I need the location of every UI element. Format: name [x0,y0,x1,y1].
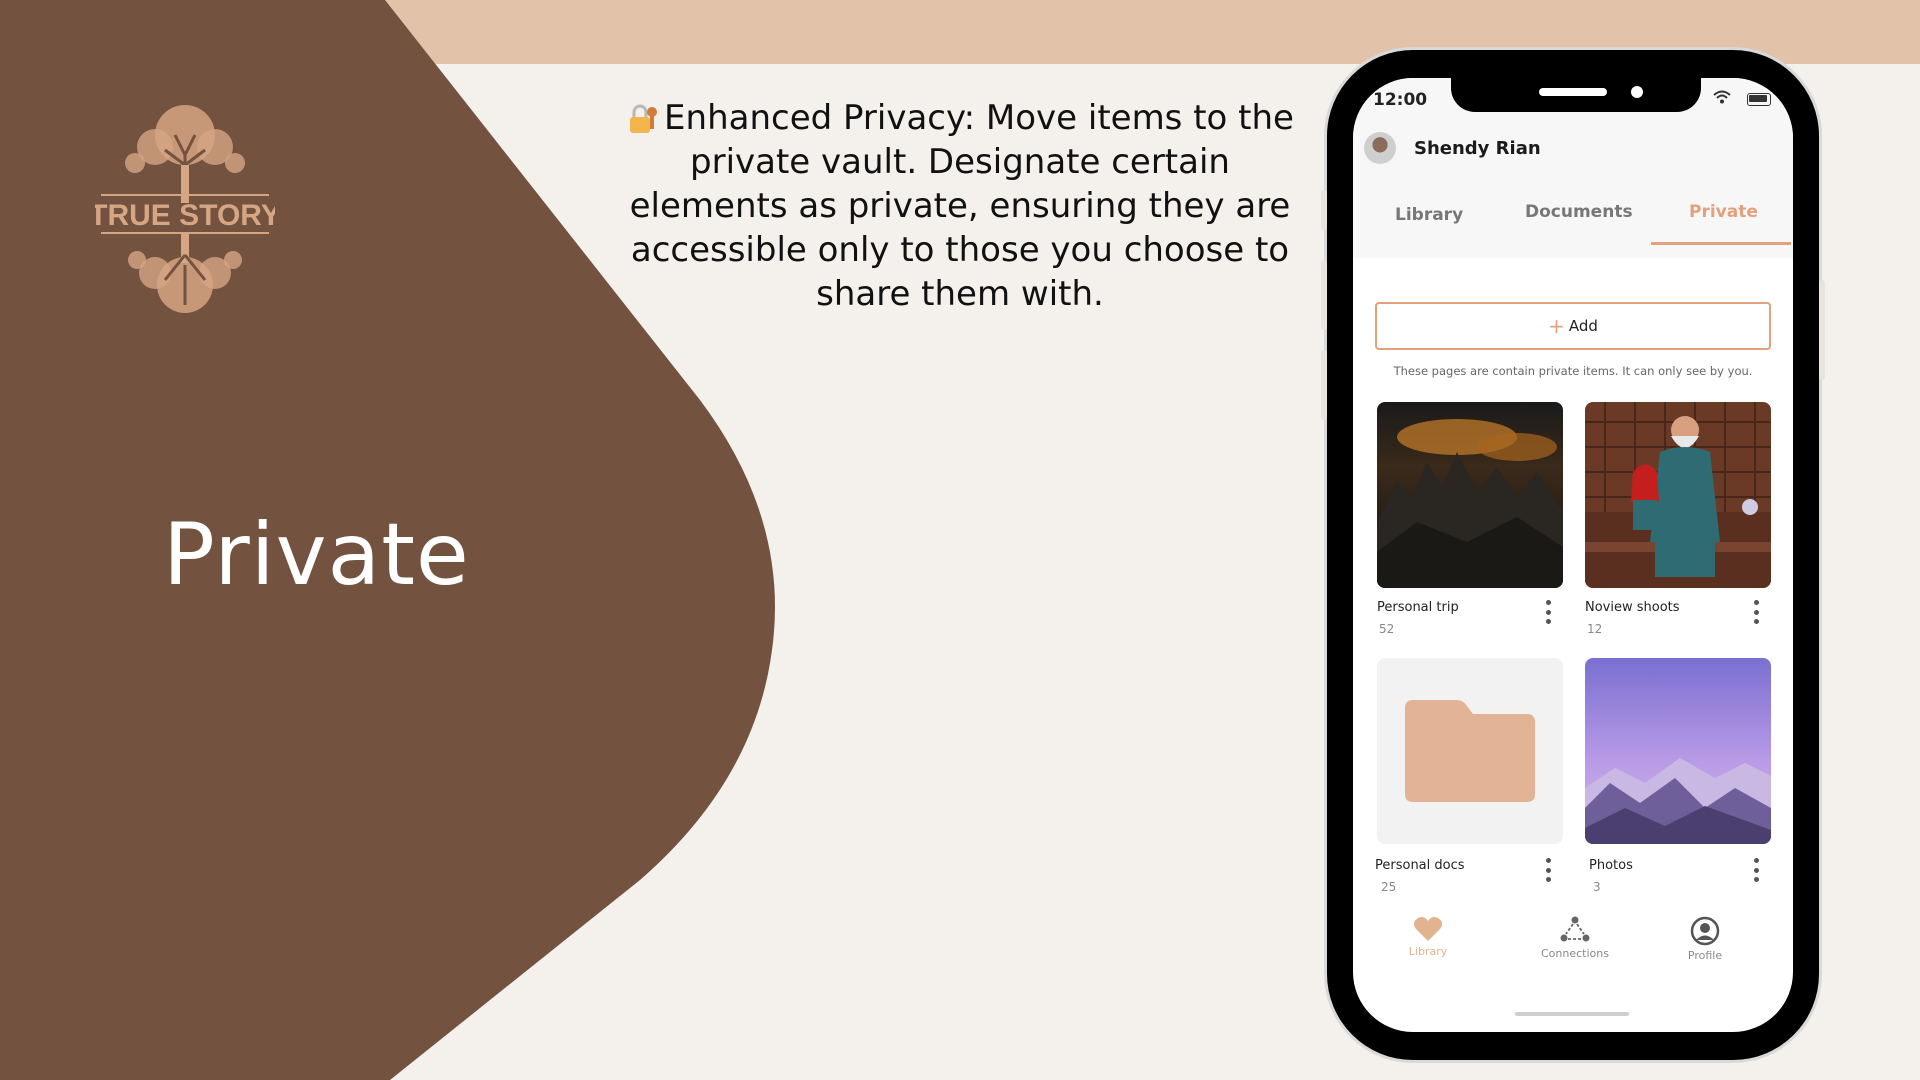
add-button[interactable]: + Add [1375,302,1771,350]
card-title-photos: Photos [1589,858,1633,873]
feature-description: Enhanced Privacy: Move items to the priv… [620,96,1300,316]
active-tab-indicator [1651,242,1791,245]
battery-icon [1747,93,1771,106]
phone-side-button [1321,190,1327,230]
tab-bar: Library Documents Private [1353,200,1793,246]
card-image-noview-shoots[interactable] [1585,402,1771,588]
front-camera [1631,86,1643,98]
tab-library[interactable]: Library [1395,205,1463,225]
private-hint: These pages are contain private items. I… [1393,364,1753,378]
card-image-personal-trip[interactable] [1377,402,1563,588]
card-image-photos[interactable] [1585,658,1771,844]
nav-label-connections: Connections [1541,947,1609,960]
profile-icon [1690,916,1720,946]
user-name: Shendy Rian [1414,138,1541,159]
wifi-icon [1713,90,1731,104]
nav-profile[interactable]: Profile [1675,916,1735,962]
card-count-noview-shoots: 12 [1587,622,1603,636]
phone-screen: 12:00 Shendy Rian Library Documents Priv… [1353,78,1793,1032]
purple-mountain-photo [1585,658,1771,844]
card-title-personal-docs: Personal docs [1375,858,1465,873]
card-image-personal-docs[interactable] [1377,658,1563,844]
tab-private[interactable]: Private [1689,202,1758,222]
nav-library[interactable]: Library [1393,916,1463,958]
card-count-personal-docs: 25 [1381,880,1397,894]
tab-documents[interactable]: Documents [1525,202,1633,222]
description-text: Enhanced Privacy: Move items to the priv… [629,98,1294,314]
add-button-label: Add [1568,317,1598,335]
status-bar: 12:00 [1353,78,1793,128]
true-story-logo: TRUE STORY [95,105,275,313]
grandfather-child-photo [1585,402,1771,588]
mountain-sunset-photo [1377,402,1563,588]
more-options-icon[interactable] [1753,858,1759,882]
nav-connections[interactable]: Connections [1535,916,1615,960]
connections-icon [1560,916,1590,942]
more-options-icon[interactable] [1753,600,1759,624]
folder-icon [1405,700,1535,802]
logo-text: TRUE STORY [95,199,275,232]
avatar[interactable] [1364,132,1396,164]
phone-mockup: 12:00 Shendy Rian Library Documents Priv… [1321,50,1825,1060]
nav-label-profile: Profile [1687,949,1723,962]
bottom-navigation: Library Connections Profile [1353,916,1793,996]
phone-volume-up [1321,260,1327,330]
home-indicator[interactable] [1515,1012,1629,1016]
phone-notch [1451,78,1701,112]
more-options-icon[interactable] [1545,600,1551,624]
card-count-personal-trip: 52 [1379,622,1395,636]
speaker [1539,88,1607,96]
status-time: 12:00 [1373,90,1428,110]
card-count-photos: 3 [1593,880,1601,894]
heart-icon [1413,917,1443,941]
card-title-noview-shoots: Noview shoots [1585,600,1680,615]
plus-icon: + [1548,314,1565,338]
nav-label-library: Library [1408,945,1448,958]
phone-volume-down [1321,350,1327,420]
phone-power-button [1819,280,1825,380]
page-title: Private [163,505,470,605]
more-options-icon[interactable] [1545,858,1551,882]
card-title-personal-trip: Personal trip [1377,600,1459,615]
lock-with-key-icon [630,104,658,133]
